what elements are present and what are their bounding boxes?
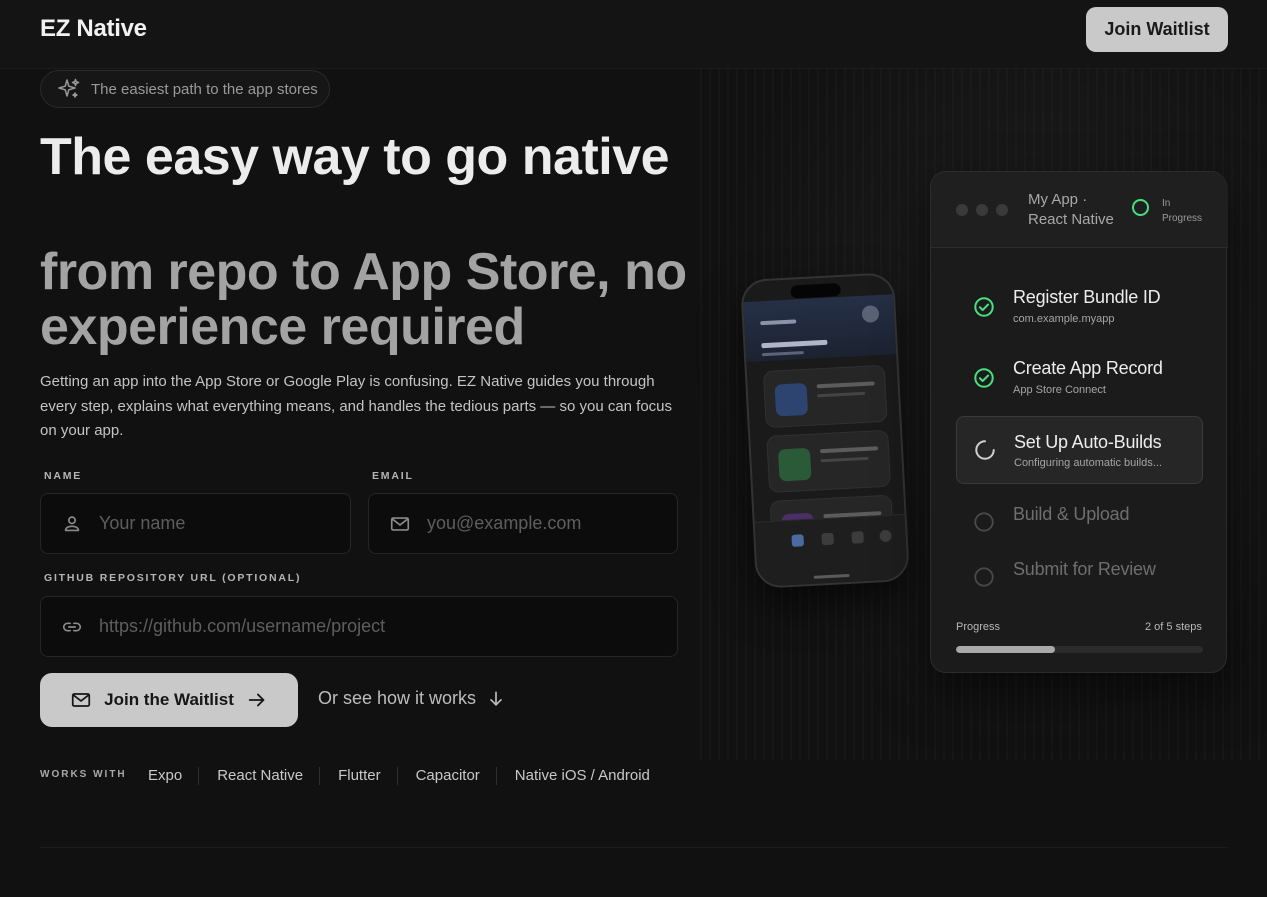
- email-label: EMAIL: [372, 470, 414, 482]
- empty-circle-icon: [974, 512, 994, 532]
- phone-card: [766, 429, 892, 494]
- sparkles-icon: [57, 77, 81, 101]
- phone-notch: [790, 282, 841, 299]
- works-with-item-capacitor: Capacitor: [396, 767, 496, 785]
- email-input[interactable]: [425, 512, 660, 535]
- loading-spinner-icon: [975, 440, 995, 460]
- works-with-item-flutter: Flutter: [319, 767, 397, 785]
- phone-card-line: [817, 391, 866, 398]
- phone-card-line: [819, 446, 879, 454]
- phone-card: [762, 364, 888, 429]
- step-title: Build & Upload: [1013, 504, 1130, 524]
- tagline-text: The easiest path to the app stores: [91, 80, 318, 98]
- phone-tab: [851, 531, 864, 544]
- window-dot: [996, 204, 1008, 216]
- works-with-item-react-native: React Native: [198, 767, 319, 785]
- section-divider: [40, 847, 1227, 848]
- top-bar: EZ Native Join Waitlist: [0, 0, 1267, 69]
- progress-bar-fill: [956, 646, 1055, 653]
- phone-header: [743, 294, 897, 363]
- repo-url-input[interactable]: [97, 615, 594, 638]
- works-with-item-native: Native iOS / Android: [495, 767, 666, 785]
- mail-icon: [389, 513, 411, 535]
- step-register-bundle-id: Register Bundle ID com.example.myapp: [956, 273, 1203, 341]
- arrow-right-icon: [246, 689, 268, 711]
- check-circle-icon: [974, 297, 994, 317]
- check-circle-icon: [974, 368, 994, 388]
- phone-tab: [879, 529, 892, 543]
- join-the-waitlist-label: Join the Waitlist: [104, 690, 234, 709]
- step-submit-for-review: Submit for Review: [956, 543, 1203, 611]
- name-input[interactable]: [97, 512, 333, 535]
- works-with-item-expo: Expo: [148, 767, 183, 784]
- tagline-badge: The easiest path to the app stores: [40, 70, 330, 108]
- status-ring-icon: [1132, 199, 1149, 216]
- empty-circle-icon: [974, 567, 994, 587]
- user-icon: [61, 513, 83, 535]
- panel-app-name: My App · React Native: [1028, 191, 1114, 228]
- step-title: Submit for Review: [1013, 559, 1156, 579]
- step-title: Create App Record: [1013, 358, 1163, 378]
- hero-description: Getting an app into the App Store or Goo…: [40, 373, 673, 439]
- window-dot: [976, 204, 988, 216]
- phone-card-thumb: [777, 447, 812, 482]
- progress-panel: My App · React Native In Progress Regist…: [930, 171, 1228, 673]
- see-how-it-works-label: Or see how it works: [318, 688, 477, 708]
- panel-status: In Progress: [1162, 198, 1203, 224]
- window-dot: [956, 204, 968, 216]
- phone-home-indicator: [813, 573, 850, 579]
- phone-tab-bar: [754, 513, 908, 588]
- see-how-it-works-link[interactable]: Or see how it works: [318, 688, 506, 709]
- step-subtitle: App Store Connect: [1013, 384, 1106, 396]
- logo[interactable]: EZ Native: [40, 15, 147, 43]
- step-create-app-record: Create App Record App Store Connect: [956, 344, 1203, 412]
- phone-mockup: [740, 272, 910, 589]
- hero-subtitle: from repo to App Store, no experience re…: [40, 243, 687, 356]
- panel-header: My App · React Native In Progress: [931, 172, 1228, 248]
- progress-label: Progress: [956, 621, 1001, 633]
- works-with-label: WORKS WITH: [40, 769, 127, 780]
- mail-icon: [70, 689, 92, 711]
- phone-card-line: [816, 381, 875, 389]
- step-set-up-auto-builds: Set Up Auto-Builds Configuring automatic…: [956, 416, 1203, 484]
- progress-count: 2 of 5 steps: [1145, 621, 1202, 633]
- step-title: Set Up Auto-Builds: [1014, 432, 1162, 452]
- works-with-list: Expo React Native Flutter Capacitor Nati…: [130, 767, 666, 785]
- name-label: NAME: [44, 470, 83, 482]
- phone-tab: [821, 532, 834, 546]
- progress-bar: [956, 646, 1203, 653]
- join-waitlist-button[interactable]: Join Waitlist: [1086, 7, 1228, 52]
- phone-card-line: [820, 456, 869, 463]
- step-title: Register Bundle ID: [1013, 287, 1161, 307]
- repo-field-wrapper[interactable]: [40, 596, 678, 657]
- email-field-wrapper[interactable]: [368, 493, 678, 554]
- hero-title: The easy way to go native: [40, 128, 670, 186]
- phone-tab: [791, 534, 805, 547]
- phone-card-thumb: [774, 382, 809, 417]
- name-field-wrapper[interactable]: [40, 493, 351, 554]
- step-subtitle: com.example.myapp: [1013, 313, 1115, 325]
- join-the-waitlist-button[interactable]: Join the Waitlist: [40, 673, 298, 727]
- arrow-down-icon: [486, 689, 506, 709]
- step-subtitle: Configuring automatic builds...: [1014, 457, 1162, 469]
- link-icon: [61, 616, 83, 638]
- repo-label: GITHUB REPOSITORY URL (OPTIONAL): [44, 572, 302, 584]
